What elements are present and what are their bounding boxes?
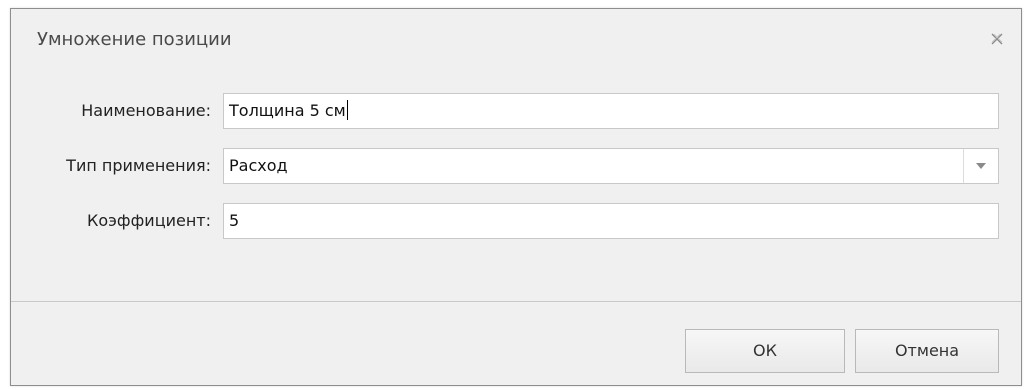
text-caret: [346, 100, 348, 120]
name-input[interactable]: Толщина 5 см: [223, 93, 999, 129]
coefficient-input[interactable]: 5: [223, 203, 999, 239]
usage-type-dropdown-button[interactable]: [963, 149, 998, 183]
multiply-position-dialog: Умножение позиции Наименование: Толщина …: [10, 8, 1022, 386]
name-label-container: Наименование:: [11, 93, 211, 129]
cancel-button[interactable]: Отмена: [855, 329, 999, 373]
close-button[interactable]: [989, 31, 1005, 47]
usage-type-label-container: Тип применения:: [11, 148, 211, 184]
close-icon: [991, 33, 1003, 45]
coefficient-label: Коэффициент:: [87, 211, 211, 230]
ok-button[interactable]: ОК: [685, 329, 845, 373]
usage-type-label: Тип применения:: [66, 156, 211, 175]
usage-type-select[interactable]: Расход: [223, 148, 999, 184]
dialog-title: Умножение позиции: [37, 29, 232, 50]
footer-divider: [11, 301, 1021, 302]
name-label: Наименование:: [81, 101, 211, 120]
name-input-value: Толщина 5 см: [229, 101, 346, 120]
coefficient-value: 5: [229, 211, 240, 230]
coefficient-label-container: Коэффициент:: [11, 203, 211, 239]
usage-type-value: Расход: [229, 156, 288, 175]
chevron-down-icon: [976, 163, 986, 169]
